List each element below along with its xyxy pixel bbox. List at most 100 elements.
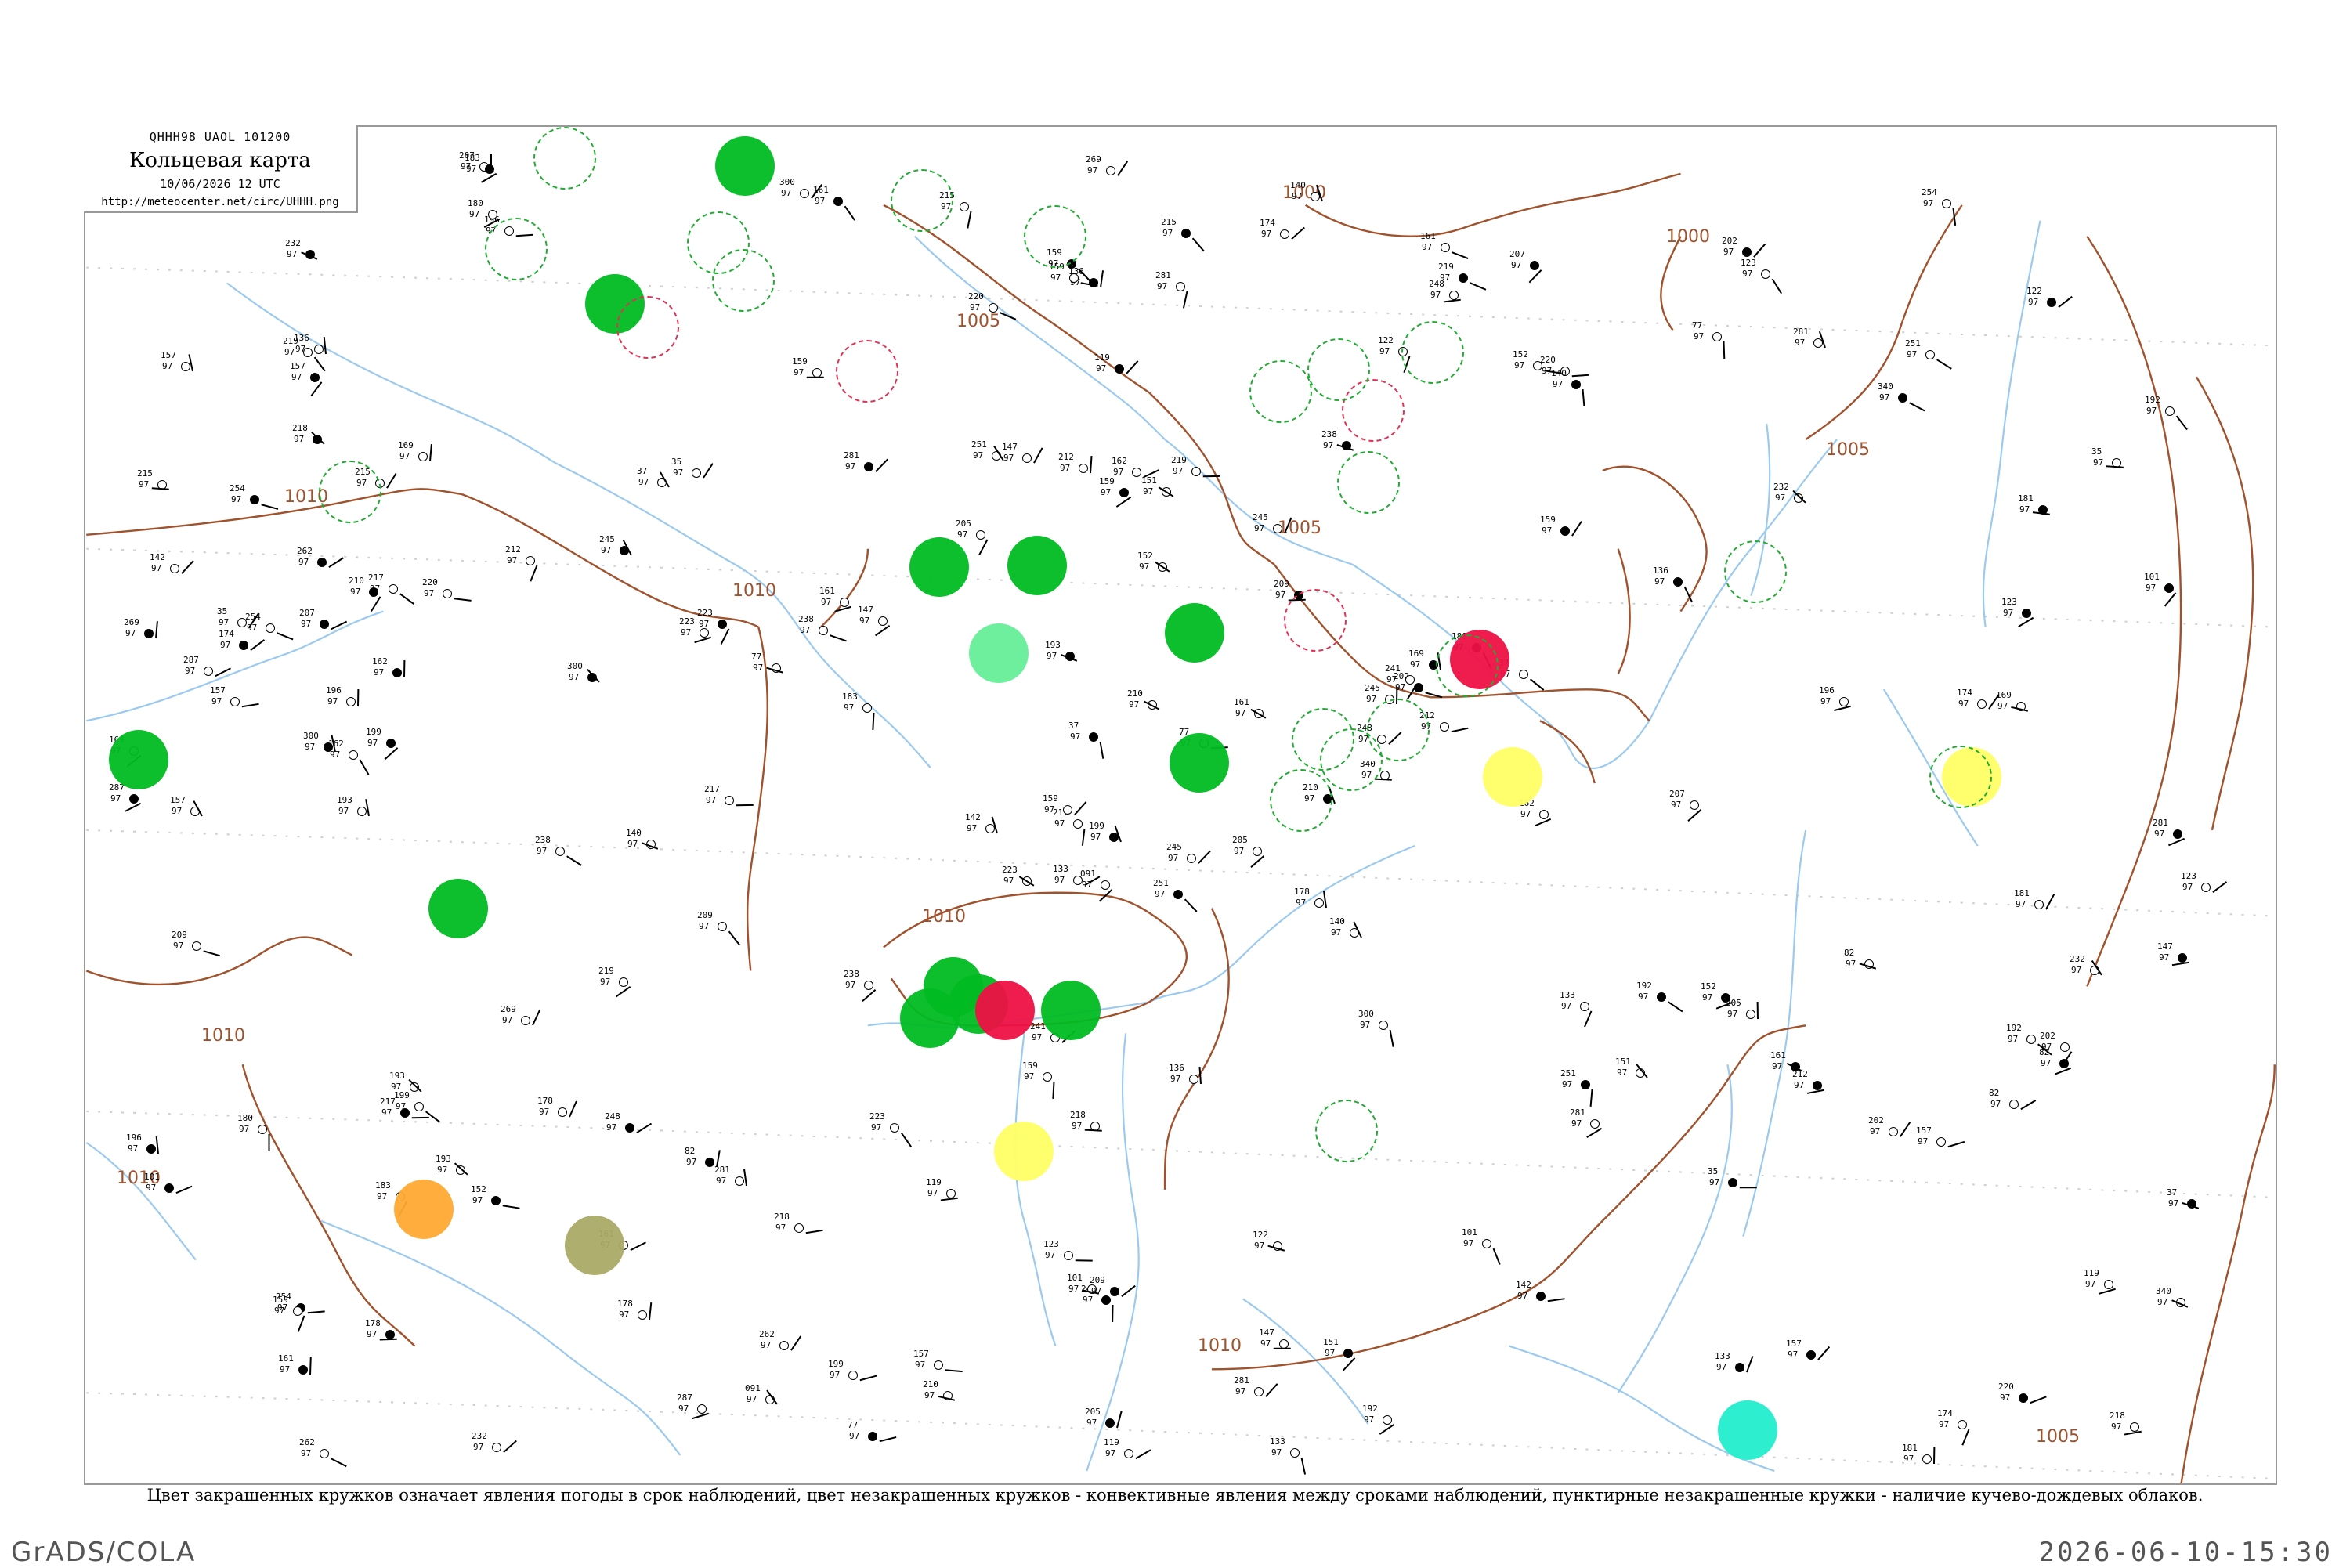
station-plot[interactable]: 232 97 [472, 1432, 526, 1471]
station-plot[interactable]: 215 97 [1161, 218, 1216, 257]
station-plot[interactable]: 22097 [968, 292, 1023, 331]
station-plot[interactable]: 35 97 [1708, 1167, 1762, 1206]
station-plot[interactable]: 3797 [637, 467, 692, 506]
station-plot[interactable]: 142 97 [965, 813, 1020, 852]
station-plot[interactable]: 123 97 [2181, 872, 2236, 911]
station-plot[interactable]: 300 97 [567, 662, 622, 701]
station-plot[interactable]: 151 97 [1615, 1057, 1670, 1097]
station-plot[interactable]: 123 97 [2001, 598, 2056, 637]
station-plot[interactable]: 223 97 [870, 1112, 924, 1151]
station-plot[interactable]: 178 97 [365, 1319, 420, 1358]
station-plot[interactable]: 281 97 [1234, 1376, 1289, 1415]
station-plot[interactable]: 209 97 [172, 930, 226, 970]
station-plot[interactable]: 287 97 [183, 656, 238, 695]
station-plot[interactable]: 193 97 [389, 1071, 444, 1111]
station-plot[interactable]: 119 97 [1094, 353, 1149, 392]
station-plot[interactable]: 18097 [237, 1114, 292, 1153]
station-plot[interactable]: 281 97 [1570, 1108, 1625, 1147]
station-plot[interactable]: 281 97 [2153, 818, 2207, 858]
station-plot[interactable]: 82 97 [1989, 1089, 2044, 1128]
station-plot[interactable]: 122 97 [2026, 287, 2081, 326]
station-plot[interactable]: 119 97 [1104, 1438, 1159, 1477]
station-plot[interactable]: 262 97 [759, 1330, 814, 1369]
station-plot[interactable]: 133 97 [1053, 865, 1108, 904]
station-plot[interactable]: 269 97 [124, 618, 179, 657]
station-plot[interactable]: 269 97 [1086, 155, 1141, 194]
station-plot[interactable]: 245 97 [599, 535, 654, 574]
station-plot[interactable]: 207 97 [1509, 250, 1564, 289]
station-plot[interactable]: 13697 [1653, 566, 1708, 605]
station-plot[interactable]: 22097 [1998, 1382, 2053, 1422]
station-plot[interactable]: 209 97 [1090, 1276, 1144, 1315]
station-plot[interactable]: 210 97 [1127, 689, 1182, 728]
station-plot[interactable]: 35 97 [2092, 447, 2146, 486]
station-plot[interactable]: 16197 [1770, 1051, 1825, 1090]
station-plot[interactable]: 140 97 [626, 829, 681, 868]
station-plot[interactable]: 133 97 [1715, 1352, 1770, 1391]
station-plot[interactable]: 147 97 [2157, 942, 2212, 981]
station-plot[interactable]: 248 97 [1429, 280, 1484, 319]
station-plot[interactable]: 300 97 [1358, 1010, 1413, 1049]
station-plot[interactable]: 199 97 [1089, 822, 1144, 861]
station-plot[interactable]: 178 97 [617, 1299, 672, 1339]
station-plot[interactable]: 219 97 [598, 966, 653, 1006]
station-plot[interactable]: 232 97 [285, 239, 340, 278]
station-plot[interactable]: 174 97 [1957, 688, 2012, 728]
station-plot[interactable]: 183 97 [842, 692, 897, 732]
station-plot[interactable]: 300 97 [303, 732, 358, 771]
station-plot[interactable]: 133 97 [1270, 1437, 1325, 1476]
station-plot[interactable]: 287 97 [677, 1393, 732, 1433]
station-plot[interactable]: 215 97 [137, 469, 192, 508]
station-plot[interactable]: 218 97 [292, 424, 347, 463]
station-plot[interactable]: 181 97 [2014, 889, 2069, 928]
station-plot[interactable]: 157 97 [1786, 1339, 1841, 1378]
station-plot[interactable]: 193 97 [337, 796, 392, 835]
station-plot[interactable]: 82 97 [685, 1147, 739, 1186]
station-plot[interactable]: 245 97 [1166, 843, 1221, 882]
station-plot[interactable]: 140 97 [1551, 369, 1606, 408]
station-plot[interactable]: 159 97 [1099, 477, 1154, 516]
station-plot[interactable]: 174 97 [1937, 1409, 1992, 1448]
station-plot[interactable]: 21797 [704, 785, 759, 824]
station-plot[interactable]: 174 97 [1260, 219, 1314, 258]
station-plot[interactable]: 101 97 [144, 1172, 199, 1212]
station-plot[interactable]: 232 97 [1773, 482, 1828, 522]
station-plot[interactable]: 281 97 [1793, 327, 1848, 367]
station-plot[interactable]: 262 97 [297, 547, 352, 586]
station-plot[interactable]: 157 97 [1916, 1126, 1971, 1165]
station-plot[interactable]: 7797 [751, 652, 806, 692]
station-plot[interactable]: 218 97 [2110, 1411, 2164, 1451]
map-url[interactable]: http://meteocenter.net/circ/UHHH.png [84, 196, 356, 208]
station-plot[interactable]: 281 97 [844, 451, 898, 490]
station-plot[interactable]: 142 97 [150, 553, 204, 592]
station-plot[interactable]: 183 97 [465, 154, 519, 193]
station-plot[interactable]: 152 97 [1701, 982, 1755, 1021]
station-plot[interactable]: 192 97 [1362, 1404, 1417, 1443]
station-plot[interactable]: 16197 [1234, 698, 1289, 737]
station-plot[interactable]: 7797 [1692, 321, 1747, 360]
station-plot[interactable]: 193 97 [1045, 641, 1100, 680]
station-plot[interactable]: 16197 [278, 1354, 333, 1393]
station-plot[interactable]: 254 97 [230, 484, 284, 523]
station-plot[interactable]: 123 97 [1741, 258, 1795, 298]
station-plot[interactable]: 159 97 [1540, 515, 1595, 555]
station-plot[interactable]: 16997 [398, 441, 453, 480]
station-plot[interactable]: 3797 [1068, 721, 1123, 761]
station-plot[interactable]: 133 97 [1560, 991, 1614, 1030]
station-plot[interactable]: 248 97 [605, 1112, 660, 1151]
station-plot[interactable]: 122 97 [1253, 1230, 1307, 1270]
station-plot[interactable]: 210 97 [349, 576, 403, 616]
station-plot[interactable]: 223 97 [1002, 865, 1057, 905]
station-plot[interactable]: 205 97 [1232, 836, 1287, 875]
station-plot[interactable]: 162 97 [1519, 799, 1574, 838]
station-plot[interactable]: 82 97 [1844, 948, 1899, 988]
station-plot[interactable]: 202 97 [1868, 1116, 1923, 1155]
station-plot[interactable]: 196 97 [326, 686, 381, 725]
station-plot[interactable]: 232 97 [2070, 955, 2124, 994]
station-plot[interactable]: 101 97 [1462, 1228, 1517, 1267]
station-plot[interactable]: 152 97 [1137, 551, 1192, 591]
station-plot[interactable]: 196 97 [1819, 686, 1874, 725]
station-plot[interactable]: 35 97 [217, 607, 272, 646]
station-plot[interactable]: 119 97 [926, 1178, 981, 1217]
station-plot[interactable]: 159 97 [1049, 262, 1104, 302]
